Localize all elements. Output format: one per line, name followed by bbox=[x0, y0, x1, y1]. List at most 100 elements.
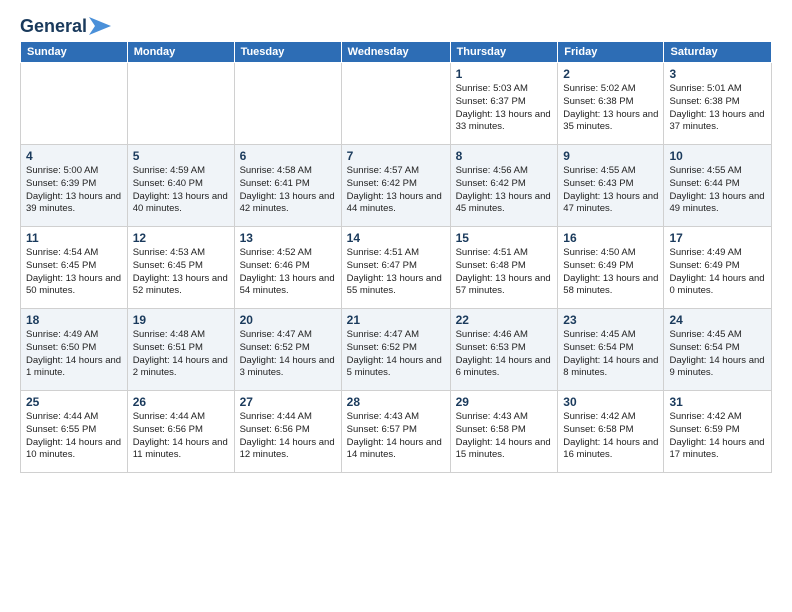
calendar-cell: 31 Sunrise: 4:42 AM Sunset: 6:59 PM Dayli… bbox=[664, 391, 772, 473]
day-info: Sunrise: 4:53 AM Sunset: 6:45 PM Dayligh… bbox=[133, 247, 229, 298]
day-number: 21 bbox=[347, 313, 445, 327]
calendar-cell: 11 Sunrise: 4:54 AM Sunset: 6:45 PM Dayli… bbox=[21, 227, 128, 309]
day-info: Sunrise: 4:47 AM Sunset: 6:52 PM Dayligh… bbox=[347, 329, 445, 380]
day-number: 24 bbox=[669, 313, 766, 327]
day-info: Sunrise: 5:00 AM Sunset: 6:39 PM Dayligh… bbox=[26, 165, 122, 216]
day-info: Sunrise: 4:45 AM Sunset: 6:54 PM Dayligh… bbox=[669, 329, 766, 380]
calendar-cell: 7 Sunrise: 4:57 AM Sunset: 6:42 PM Daylig… bbox=[341, 145, 450, 227]
weekday-header-thursday: Thursday bbox=[450, 42, 558, 63]
calendar-cell: 4 Sunrise: 5:00 AM Sunset: 6:39 PM Daylig… bbox=[21, 145, 128, 227]
calendar-cell bbox=[21, 63, 128, 145]
day-info: Sunrise: 5:02 AM Sunset: 6:38 PM Dayligh… bbox=[563, 83, 658, 134]
day-number: 28 bbox=[347, 395, 445, 409]
calendar-cell: 16 Sunrise: 4:50 AM Sunset: 6:49 PM Dayli… bbox=[558, 227, 664, 309]
day-number: 7 bbox=[347, 149, 445, 163]
week-row-4: 18Sunrise: 4:49 AM Sunset: 6:50 PM Dayli… bbox=[21, 309, 772, 391]
week-row-3: 11 Sunrise: 4:54 AM Sunset: 6:45 PM Dayli… bbox=[21, 227, 772, 309]
day-number: 25 bbox=[26, 395, 122, 409]
calendar-cell: 29 Sunrise: 4:43 AM Sunset: 6:58 PM Dayli… bbox=[450, 391, 558, 473]
calendar-cell: 17 Sunrise: 4:49 AM Sunset: 6:49 PM Dayli… bbox=[664, 227, 772, 309]
day-info: Sunrise: 4:51 AM Sunset: 6:47 PM Dayligh… bbox=[347, 247, 445, 298]
calendar-cell: 21 Sunrise: 4:47 AM Sunset: 6:52 PM Dayli… bbox=[341, 309, 450, 391]
week-row-5: 25 Sunrise: 4:44 AM Sunset: 6:55 PM Dayli… bbox=[21, 391, 772, 473]
day-number: 1 bbox=[456, 67, 553, 81]
day-number: 17 bbox=[669, 231, 766, 245]
day-info: Sunrise: 4:48 AM Sunset: 6:51 PM Dayligh… bbox=[133, 329, 229, 380]
calendar-cell: 13Sunrise: 4:52 AM Sunset: 6:46 PM Dayli… bbox=[234, 227, 341, 309]
calendar-cell: 1 Sunrise: 5:03 AM Sunset: 6:37 PM Daylig… bbox=[450, 63, 558, 145]
day-number: 8 bbox=[456, 149, 553, 163]
calendar-cell: 10Sunrise: 4:55 AM Sunset: 6:44 PM Dayli… bbox=[664, 145, 772, 227]
day-info: Sunrise: 4:47 AM Sunset: 6:52 PM Dayligh… bbox=[240, 329, 336, 380]
day-info: Sunrise: 4:59 AM Sunset: 6:40 PM Dayligh… bbox=[133, 165, 229, 216]
calendar-cell bbox=[341, 63, 450, 145]
day-number: 31 bbox=[669, 395, 766, 409]
day-number: 23 bbox=[563, 313, 658, 327]
calendar-cell: 3 Sunrise: 5:01 AM Sunset: 6:38 PM Daylig… bbox=[664, 63, 772, 145]
calendar-cell: 22 Sunrise: 4:46 AM Sunset: 6:53 PM Dayli… bbox=[450, 309, 558, 391]
day-info: Sunrise: 4:45 AM Sunset: 6:54 PM Dayligh… bbox=[563, 329, 658, 380]
weekday-header-friday: Friday bbox=[558, 42, 664, 63]
calendar-cell: 14 Sunrise: 4:51 AM Sunset: 6:47 PM Dayli… bbox=[341, 227, 450, 309]
day-number: 15 bbox=[456, 231, 553, 245]
weekday-header-tuesday: Tuesday bbox=[234, 42, 341, 63]
day-info: Sunrise: 5:01 AM Sunset: 6:38 PM Dayligh… bbox=[669, 83, 766, 134]
weekday-header-row: SundayMondayTuesdayWednesdayThursdayFrid… bbox=[21, 42, 772, 63]
day-info: Sunrise: 4:50 AM Sunset: 6:49 PM Dayligh… bbox=[563, 247, 658, 298]
calendar-cell: 19 Sunrise: 4:48 AM Sunset: 6:51 PM Dayli… bbox=[127, 309, 234, 391]
calendar-cell: 26 Sunrise: 4:44 AM Sunset: 6:56 PM Dayli… bbox=[127, 391, 234, 473]
page: General SundayMondayTuesdayWednesdayThur… bbox=[0, 0, 792, 612]
weekday-header-saturday: Saturday bbox=[664, 42, 772, 63]
day-info: Sunrise: 4:42 AM Sunset: 6:59 PM Dayligh… bbox=[669, 411, 766, 462]
day-number: 14 bbox=[347, 231, 445, 245]
day-info: Sunrise: 4:54 AM Sunset: 6:45 PM Dayligh… bbox=[26, 247, 122, 298]
day-number: 2 bbox=[563, 67, 658, 81]
day-number: 16 bbox=[563, 231, 658, 245]
weekday-header-monday: Monday bbox=[127, 42, 234, 63]
calendar-cell: 18Sunrise: 4:49 AM Sunset: 6:50 PM Dayli… bbox=[21, 309, 128, 391]
day-number: 19 bbox=[133, 313, 229, 327]
day-info: Sunrise: 4:43 AM Sunset: 6:58 PM Dayligh… bbox=[456, 411, 553, 462]
logo: General bbox=[20, 16, 111, 33]
day-info: Sunrise: 4:49 AM Sunset: 6:49 PM Dayligh… bbox=[669, 247, 766, 298]
day-info: Sunrise: 4:44 AM Sunset: 6:56 PM Dayligh… bbox=[240, 411, 336, 462]
week-row-2: 4 Sunrise: 5:00 AM Sunset: 6:39 PM Daylig… bbox=[21, 145, 772, 227]
calendar-cell: 5 Sunrise: 4:59 AM Sunset: 6:40 PM Daylig… bbox=[127, 145, 234, 227]
day-number: 9 bbox=[563, 149, 658, 163]
calendar-cell: 2 Sunrise: 5:02 AM Sunset: 6:38 PM Daylig… bbox=[558, 63, 664, 145]
logo-arrow-icon bbox=[89, 17, 111, 35]
calendar-cell: 9Sunrise: 4:55 AM Sunset: 6:43 PM Daylig… bbox=[558, 145, 664, 227]
week-row-1: 1 Sunrise: 5:03 AM Sunset: 6:37 PM Daylig… bbox=[21, 63, 772, 145]
calendar-cell: 30 Sunrise: 4:42 AM Sunset: 6:58 PM Dayli… bbox=[558, 391, 664, 473]
day-number: 3 bbox=[669, 67, 766, 81]
day-info: Sunrise: 4:42 AM Sunset: 6:58 PM Dayligh… bbox=[563, 411, 658, 462]
day-number: 6 bbox=[240, 149, 336, 163]
day-number: 30 bbox=[563, 395, 658, 409]
day-info: Sunrise: 4:44 AM Sunset: 6:55 PM Dayligh… bbox=[26, 411, 122, 462]
calendar-cell: 23 Sunrise: 4:45 AM Sunset: 6:54 PM Dayli… bbox=[558, 309, 664, 391]
day-number: 27 bbox=[240, 395, 336, 409]
header: General bbox=[20, 16, 772, 33]
calendar-cell bbox=[234, 63, 341, 145]
day-info: Sunrise: 4:58 AM Sunset: 6:41 PM Dayligh… bbox=[240, 165, 336, 216]
calendar-cell: 24 Sunrise: 4:45 AM Sunset: 6:54 PM Dayli… bbox=[664, 309, 772, 391]
day-info: Sunrise: 4:43 AM Sunset: 6:57 PM Dayligh… bbox=[347, 411, 445, 462]
day-number: 18 bbox=[26, 313, 122, 327]
day-info: Sunrise: 4:44 AM Sunset: 6:56 PM Dayligh… bbox=[133, 411, 229, 462]
calendar-cell: 27 Sunrise: 4:44 AM Sunset: 6:56 PM Dayli… bbox=[234, 391, 341, 473]
calendar-cell: 6 Sunrise: 4:58 AM Sunset: 6:41 PM Daylig… bbox=[234, 145, 341, 227]
day-number: 11 bbox=[26, 231, 122, 245]
logo-general: General bbox=[20, 16, 87, 37]
day-info: Sunrise: 4:57 AM Sunset: 6:42 PM Dayligh… bbox=[347, 165, 445, 216]
day-number: 22 bbox=[456, 313, 553, 327]
calendar-cell: 25 Sunrise: 4:44 AM Sunset: 6:55 PM Dayli… bbox=[21, 391, 128, 473]
day-number: 26 bbox=[133, 395, 229, 409]
day-number: 5 bbox=[133, 149, 229, 163]
calendar-cell: 15Sunrise: 4:51 AM Sunset: 6:48 PM Dayli… bbox=[450, 227, 558, 309]
day-number: 12 bbox=[133, 231, 229, 245]
day-info: Sunrise: 5:03 AM Sunset: 6:37 PM Dayligh… bbox=[456, 83, 553, 134]
day-number: 4 bbox=[26, 149, 122, 163]
calendar-cell: 12 Sunrise: 4:53 AM Sunset: 6:45 PM Dayli… bbox=[127, 227, 234, 309]
day-number: 29 bbox=[456, 395, 553, 409]
day-info: Sunrise: 4:46 AM Sunset: 6:53 PM Dayligh… bbox=[456, 329, 553, 380]
